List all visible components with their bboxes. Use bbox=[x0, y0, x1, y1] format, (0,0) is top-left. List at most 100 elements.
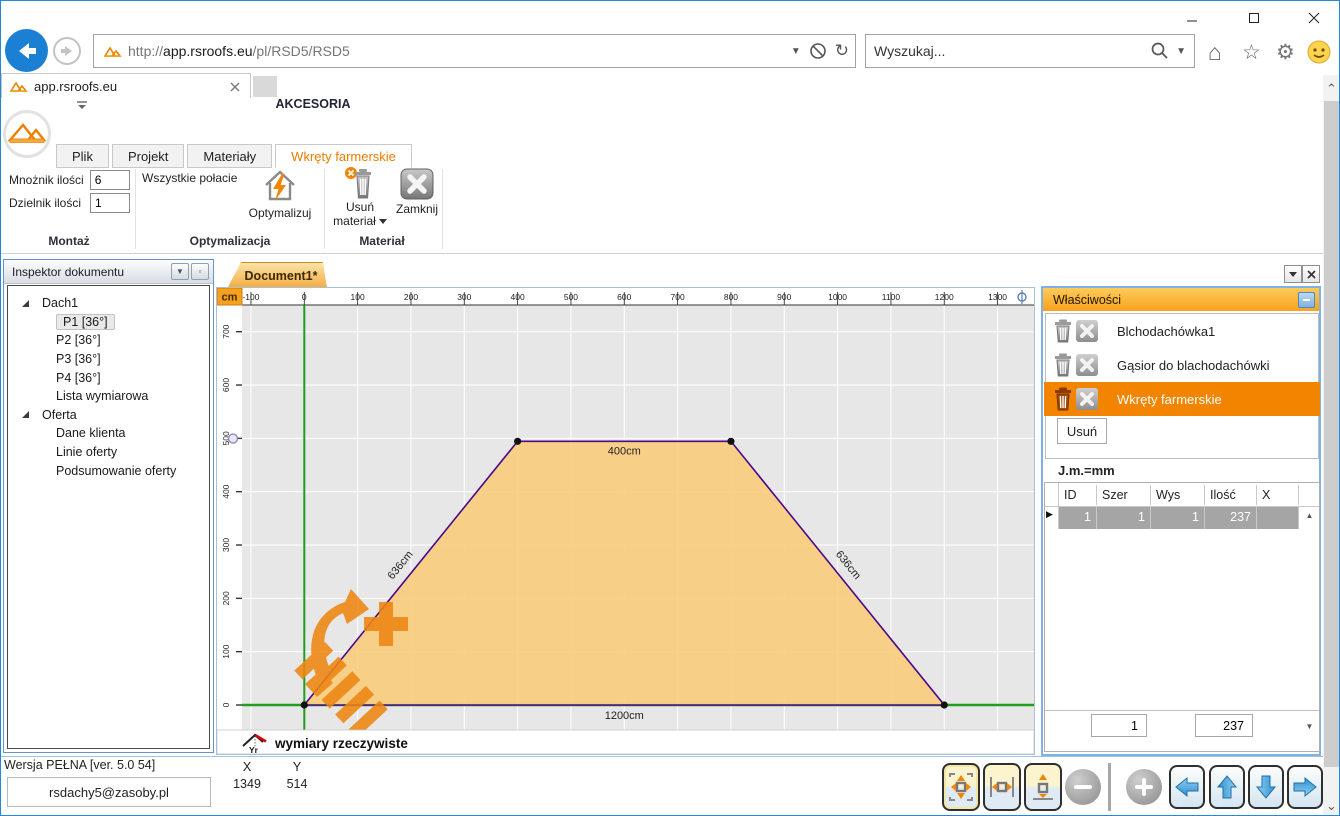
table-cell-x[interactable] bbox=[1257, 507, 1299, 529]
ribbon-tab-projekt[interactable]: Projekt bbox=[112, 144, 184, 168]
tree-item-dane-klienta[interactable]: Dane klienta bbox=[8, 424, 209, 443]
table-scroll-up-button[interactable]: ▲ bbox=[1302, 508, 1317, 523]
tree-item-linie-oferty[interactable]: Linie oferty bbox=[8, 443, 209, 462]
zoom-fit-all-button[interactable] bbox=[942, 763, 980, 811]
document-dropdown-button[interactable] bbox=[1284, 265, 1302, 283]
maximize-button[interactable] bbox=[1237, 7, 1271, 29]
tree-item-oferta[interactable]: Oferta bbox=[8, 406, 209, 425]
browser-tab[interactable]: app.rsroofs.eu bbox=[1, 73, 251, 99]
pan-right-button[interactable] bbox=[1287, 765, 1323, 809]
refresh-icon[interactable]: ↻ bbox=[835, 43, 849, 59]
forward-button[interactable] bbox=[53, 37, 81, 65]
address-dropdown-icon[interactable]: ▼ bbox=[791, 46, 801, 57]
settings-gear-icon[interactable]: ⚙ bbox=[1276, 40, 1295, 65]
close-button[interactable] bbox=[1297, 7, 1331, 29]
close-ribbon-button[interactable]: Zamknij bbox=[393, 168, 441, 216]
tree-expander-icon[interactable] bbox=[22, 411, 29, 418]
material-trash-icon[interactable] bbox=[1052, 353, 1074, 377]
optimize-button[interactable]: Optymalizuj bbox=[239, 168, 321, 220]
material-trash-icon[interactable] bbox=[1052, 387, 1074, 411]
address-bar[interactable]: http://app.rsroofs.eu/pl/RSD5/RSD5 ▼ ↻ bbox=[93, 34, 856, 68]
scroll-down-icon[interactable]: ⌄ bbox=[1323, 798, 1340, 814]
table-column-ilo[interactable]: Ilość bbox=[1205, 485, 1257, 505]
back-button[interactable] bbox=[5, 29, 48, 72]
table-cell-wys[interactable]: 1 bbox=[1151, 507, 1205, 529]
material-delete-button[interactable]: Usuń bbox=[1057, 418, 1107, 444]
material-remove-icon[interactable] bbox=[1076, 388, 1098, 410]
pan-down-button[interactable] bbox=[1248, 765, 1284, 809]
properties-minimize-button[interactable] bbox=[1298, 292, 1315, 308]
table-column-szer[interactable]: Szer bbox=[1097, 485, 1151, 505]
properties-header[interactable]: Właściwości bbox=[1043, 288, 1319, 311]
document-tab[interactable]: Document1* bbox=[227, 262, 327, 289]
zoom-out-button[interactable] bbox=[1065, 769, 1101, 805]
tree-expander-icon[interactable] bbox=[22, 300, 29, 307]
material-row-blchodach-wka1[interactable]: Blchodachówka1 bbox=[1046, 314, 1318, 348]
multiplier-input[interactable] bbox=[90, 170, 130, 190]
table-footer-input-2[interactable]: 237 bbox=[1195, 714, 1253, 737]
search-dropdown-icon[interactable]: ▼ bbox=[1176, 46, 1186, 57]
ribbon-pin-icon[interactable] bbox=[75, 101, 89, 110]
arrow-right-icon bbox=[1292, 774, 1318, 800]
material-row-g-sior-do-blachodach-wki[interactable]: Gąsior do blachodachówki bbox=[1046, 348, 1318, 382]
inspector-dropdown-button[interactable]: ▼ bbox=[171, 263, 189, 280]
tree-item-podsumowanie-oferty[interactable]: Podsumowanie oferty bbox=[8, 461, 209, 480]
new-tab-button[interactable] bbox=[253, 76, 277, 97]
material-trash-icon[interactable] bbox=[1052, 319, 1074, 343]
browser-window: http://app.rsroofs.eu/pl/RSD5/RSD5 ▼ ↻ W… bbox=[0, 0, 1340, 816]
search-icon[interactable] bbox=[1150, 41, 1170, 61]
ribbon-tab-plik[interactable]: Plik bbox=[56, 144, 109, 168]
arrow-left-icon bbox=[1174, 774, 1200, 800]
group-label-material: Materiał bbox=[327, 234, 437, 248]
table-column-x[interactable]: X bbox=[1257, 485, 1299, 505]
table-cell-ilo[interactable]: 237 bbox=[1205, 507, 1257, 529]
table-row[interactable]: ▶111237 bbox=[1045, 507, 1319, 529]
table-footer-input-1[interactable]: 1 bbox=[1091, 714, 1147, 737]
ribbon-tab-materia-y[interactable]: Materiały bbox=[187, 144, 272, 168]
pan-left-button[interactable] bbox=[1169, 765, 1205, 809]
tree-item-p1-36[interactable]: P1 [36°] bbox=[8, 313, 209, 332]
material-remove-icon[interactable] bbox=[1076, 320, 1098, 342]
table-column-id[interactable]: ID bbox=[1059, 485, 1097, 505]
drawing-canvas[interactable]: -100010020030040050060070080090010001100… bbox=[217, 288, 1034, 754]
scrollbar-thumb[interactable] bbox=[1324, 101, 1339, 767]
table-cell-id[interactable]: 1 bbox=[1059, 507, 1097, 529]
stop-icon[interactable] bbox=[809, 42, 827, 60]
favorites-star-icon[interactable]: ☆ bbox=[1242, 40, 1261, 65]
home-icon[interactable]: ⌂ bbox=[1208, 39, 1222, 66]
material-row-wkr-ty-farmerskie[interactable]: Wkręty farmerskie bbox=[1044, 382, 1320, 416]
remove-material-button[interactable]: Usuń materiał bbox=[329, 166, 391, 228]
account-box[interactable]: rsdachy5@zasoby.pl bbox=[7, 777, 211, 807]
zoom-in-button[interactable] bbox=[1126, 769, 1162, 805]
minimize-button[interactable] bbox=[1175, 7, 1209, 29]
pan-up-button[interactable] bbox=[1209, 765, 1245, 809]
tree-item-label: P3 [36°] bbox=[56, 352, 101, 366]
tree-item-p4-36[interactable]: P4 [36°] bbox=[8, 368, 209, 387]
table-cell-szer[interactable]: 1 bbox=[1097, 507, 1151, 529]
tree-item-p2-36[interactable]: P2 [36°] bbox=[8, 331, 209, 350]
inspector-minimize-button[interactable]: ▫ bbox=[191, 263, 209, 280]
tree-item-p3-36[interactable]: P3 [36°] bbox=[8, 350, 209, 369]
ruler-y-handle[interactable] bbox=[229, 434, 238, 443]
smiley-feedback-icon[interactable] bbox=[1307, 40, 1331, 64]
cursor-x-value: 1349 bbox=[229, 777, 265, 791]
app-logo[interactable] bbox=[2, 108, 52, 160]
tree-item-lista-wymiarowa[interactable]: Lista wymiarowa bbox=[8, 387, 209, 406]
search-box[interactable]: Wyszukaj... ▼ bbox=[865, 34, 1195, 68]
tree-item-dach1[interactable]: Dach1 bbox=[8, 294, 209, 313]
zoom-fit-width-button[interactable] bbox=[983, 763, 1021, 811]
remove-material-label-1: Usuń bbox=[346, 200, 374, 214]
zoom-fit-height-button[interactable] bbox=[1024, 763, 1062, 811]
document-close-button[interactable] bbox=[1302, 265, 1320, 283]
page-scrollbar[interactable]: ⌃ ⌄ bbox=[1323, 75, 1340, 816]
group-label-optimization: Optymalizacja bbox=[141, 234, 319, 248]
ribbon-tab-wkr-ty-farmerskie[interactable]: Wkręty farmerskie bbox=[275, 144, 412, 168]
divisor-input[interactable] bbox=[90, 193, 130, 213]
scroll-up-icon[interactable]: ⌃ bbox=[1323, 75, 1340, 97]
inspector-header[interactable]: Inspektor dokumentu ▼ ▫ bbox=[4, 260, 213, 284]
table-scroll-down-button[interactable]: ▼ bbox=[1302, 719, 1317, 734]
table-column-wys[interactable]: Wys bbox=[1151, 485, 1205, 505]
tab-close-icon[interactable] bbox=[230, 82, 240, 92]
material-remove-icon[interactable] bbox=[1076, 354, 1098, 376]
zoom-slider[interactable] bbox=[1108, 763, 1111, 811]
